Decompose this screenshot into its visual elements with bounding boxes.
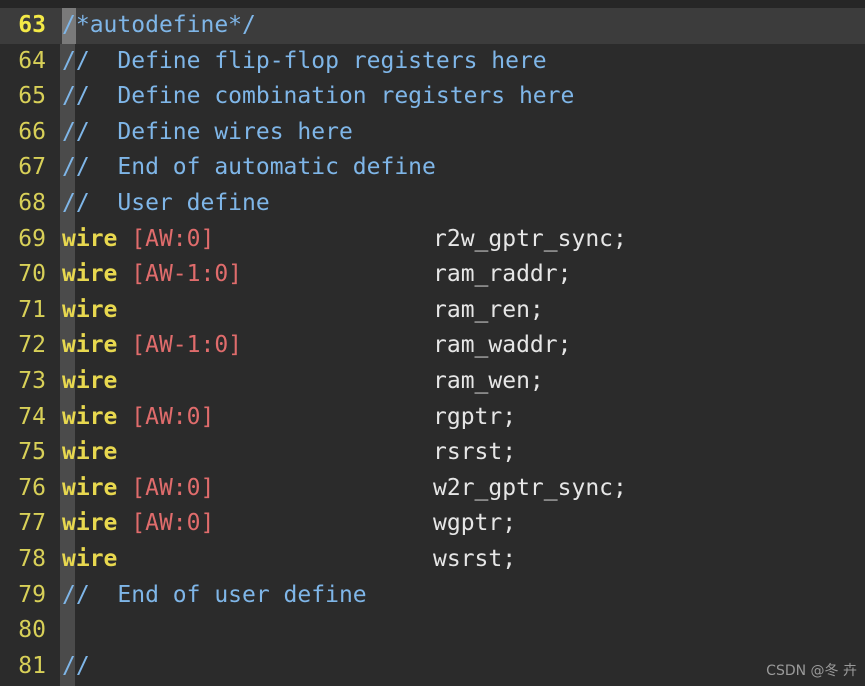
keyword-wire: wire	[62, 332, 118, 359]
line-number: 76	[18, 474, 46, 501]
keyword-wire: wire	[62, 296, 118, 323]
line-number: 75	[18, 439, 46, 466]
line-code[interactable]: wire	[62, 435, 117, 471]
line-code[interactable]: wire [AW:0]	[62, 222, 214, 258]
signal-identifier: ram_waddr;	[433, 332, 572, 359]
line-number: 70	[18, 261, 46, 288]
bit-range: [AW:0]	[131, 225, 215, 252]
code-line[interactable]: 78 wire wsrst;	[0, 542, 865, 578]
comment-text: // Define flip-flop registers here	[62, 47, 547, 74]
code-line[interactable]: 77 wire [AW:0] wgptr;	[0, 506, 865, 542]
line-number: 77	[18, 510, 46, 537]
keyword-wire: wire	[62, 510, 118, 537]
line-number: 71	[18, 296, 46, 323]
code-line[interactable]: 68 // User define	[0, 186, 865, 222]
line-code[interactable]: // Define combination registers here	[62, 79, 574, 115]
code-line[interactable]: 63 /*autodefine*/	[0, 8, 865, 44]
code-line[interactable]: 74 wire [AW:0] rgptr;	[0, 400, 865, 436]
signal-identifier: wgptr;	[433, 510, 517, 537]
keyword-wire: wire	[62, 225, 118, 252]
signal-identifier: wsrst;	[433, 546, 517, 572]
line-number: 63	[18, 12, 46, 38]
keyword-wire: wire	[62, 261, 118, 288]
code-editor[interactable]: 63 /*autodefine*/ 64 // Define flip-flop re…	[0, 0, 865, 686]
code-line[interactable]: 65 // Define combination registers here	[0, 79, 865, 115]
line-number: 67	[18, 154, 46, 181]
signal-identifier: ram_ren;	[433, 296, 544, 323]
line-code[interactable]: // User define	[62, 186, 270, 222]
bit-range: [AW-1:0]	[131, 332, 243, 359]
bit-range: [AW:0]	[131, 403, 215, 430]
signal-identifier: rsrst;	[433, 439, 517, 466]
line-code[interactable]: /*autodefine*/	[62, 8, 256, 44]
line-number: 64	[18, 47, 46, 74]
keyword-wire: wire	[62, 403, 118, 430]
line-number: 65	[18, 83, 46, 110]
code-line[interactable]: 81 //	[0, 649, 865, 685]
line-number: 68	[18, 190, 46, 216]
line-code[interactable]: // End of user define	[62, 578, 367, 614]
code-line[interactable]: 66 // Define wires here	[0, 115, 865, 151]
line-number: 66	[18, 118, 46, 145]
code-line[interactable]: 64 // Define flip-flop registers here	[0, 44, 865, 80]
keyword-wire: wire	[62, 439, 118, 466]
text-cursor-selection: /	[62, 8, 76, 44]
code-line[interactable]: 67 // End of automatic define	[0, 150, 865, 186]
code-line[interactable]: 69 wire [AW:0] r2w_gptr_sync;	[0, 222, 865, 258]
comment-text: // Define wires here	[62, 118, 353, 145]
signal-identifier: rgptr;	[433, 403, 517, 430]
comment-text: // User define	[62, 190, 270, 216]
comment-text: // End of user define	[62, 581, 367, 608]
line-code[interactable]: wire [AW:0]	[62, 471, 214, 507]
keyword-wire: wire	[62, 368, 118, 394]
line-number: 78	[18, 546, 46, 572]
code-line[interactable]: 79 // End of user define	[0, 578, 865, 614]
signal-identifier: w2r_gptr_sync;	[433, 474, 627, 501]
line-code[interactable]: //	[62, 649, 90, 685]
watermark: CSDN @冬 卉	[766, 663, 857, 679]
line-number: 79	[18, 581, 46, 608]
code-line[interactable]: 73 wire ram_wen;	[0, 364, 865, 400]
code-line[interactable]: 70 wire [AW-1:0] ram_raddr;	[0, 257, 865, 293]
signal-identifier: ram_wen;	[433, 368, 544, 394]
line-number: 69	[18, 225, 46, 252]
bit-range: [AW:0]	[131, 510, 215, 537]
line-code[interactable]: // Define flip-flop registers here	[62, 44, 547, 80]
editor-top-strip	[0, 0, 865, 8]
code-line[interactable]: 75 wire rsrst;	[0, 435, 865, 471]
code-line[interactable]: 71 wire ram_ren;	[0, 293, 865, 329]
line-number: 73	[18, 368, 46, 394]
keyword-wire: wire	[62, 474, 118, 501]
signal-identifier: ram_raddr;	[433, 261, 572, 288]
comment-text: //	[62, 652, 90, 679]
line-code[interactable]: wire [AW:0]	[62, 506, 214, 542]
line-number: 80	[18, 617, 46, 644]
bit-range: [AW-1:0]	[131, 261, 243, 288]
line-code[interactable]: // End of automatic define	[62, 150, 436, 186]
line-code[interactable]: // Define wires here	[62, 115, 353, 151]
code-line[interactable]: 80	[0, 613, 865, 649]
signal-identifier: r2w_gptr_sync;	[433, 225, 627, 252]
keyword-wire: wire	[62, 546, 118, 572]
code-line[interactable]: 76 wire [AW:0] w2r_gptr_sync;	[0, 471, 865, 507]
code-line[interactable]: 72 wire [AW-1:0] ram_waddr;	[0, 328, 865, 364]
comment-text: // End of automatic define	[62, 154, 436, 181]
line-number: 72	[18, 332, 46, 359]
bit-range: [AW:0]	[131, 474, 215, 501]
line-code[interactable]: wire	[62, 293, 117, 329]
line-number: 81	[18, 652, 46, 679]
line-code[interactable]: wire [AW:0]	[62, 400, 214, 436]
line-code[interactable]: wire [AW-1:0]	[62, 328, 242, 364]
comment-text: // Define combination registers here	[62, 83, 575, 110]
comment-text: *autodefine*/	[75, 12, 256, 38]
line-code[interactable]: wire [AW-1:0]	[62, 257, 242, 293]
line-code[interactable]: wire	[62, 364, 117, 400]
line-number: 74	[18, 403, 46, 430]
line-code[interactable]: wire	[62, 542, 117, 578]
